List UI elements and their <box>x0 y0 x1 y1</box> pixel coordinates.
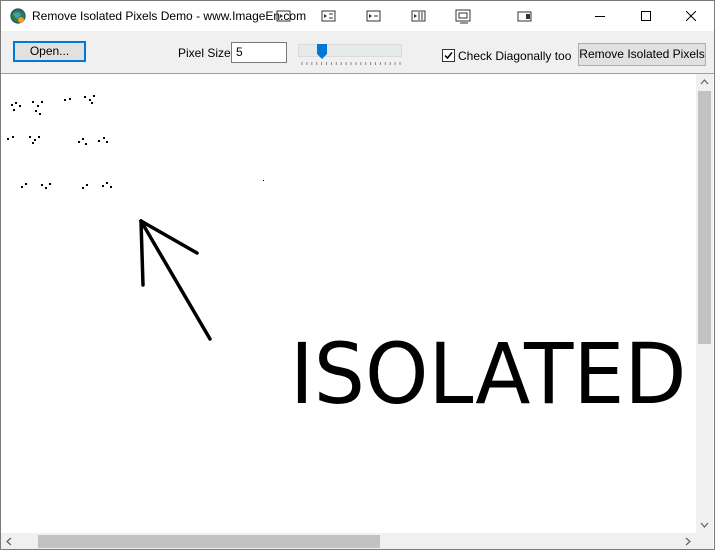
horizontal-scroll-thumb[interactable] <box>38 535 380 548</box>
remove-isolated-pixels-button[interactable]: Remove Isolated Pixels <box>578 43 706 66</box>
toolbar-icon-6[interactable] <box>516 7 534 25</box>
toolbar-icon-5[interactable] <box>455 7 473 25</box>
isolated-text: ISOLATED <box>290 325 687 423</box>
open-button[interactable]: Open... <box>13 41 86 62</box>
vertical-scroll-thumb[interactable] <box>698 91 711 344</box>
check-diagonally-checkbox[interactable] <box>442 49 455 62</box>
pixel-size-input[interactable]: 5 <box>231 42 287 63</box>
app-window: Remove Isolated Pixels Demo - www.ImageE… <box>0 0 715 550</box>
toolbar-icon-4[interactable] <box>410 7 428 25</box>
scroll-left-icon[interactable] <box>1 533 18 550</box>
noise-and-arrow <box>7 95 264 341</box>
horizontal-scrollbar[interactable] <box>1 533 696 550</box>
pixel-size-label: Pixel Size: <box>178 46 235 60</box>
window-title: Remove Isolated Pixels Demo - www.ImageE… <box>32 9 307 23</box>
image-viewer[interactable]: ISOLATED <box>1 73 714 550</box>
slider-ticks <box>301 62 401 65</box>
toolbar-icon-1[interactable] <box>275 7 293 25</box>
checkmark-icon <box>444 52 453 60</box>
close-button[interactable] <box>668 1 714 31</box>
scroll-down-icon[interactable] <box>696 516 713 533</box>
vertical-scrollbar[interactable] <box>696 74 713 533</box>
arrow-drawing <box>139 219 212 341</box>
check-diagonally-label[interactable]: Check Diagonally too <box>458 49 571 63</box>
maximize-icon <box>641 11 651 21</box>
isolated-pixels <box>7 95 264 189</box>
app-icon <box>10 8 26 24</box>
image-canvas[interactable]: ISOLATED <box>2 75 696 533</box>
options-toolbar: Open... Pixel Size: 5 Check Diagonally t… <box>1 31 714 73</box>
minimize-icon <box>595 16 605 17</box>
scroll-up-icon[interactable] <box>696 74 713 91</box>
minimize-button[interactable] <box>577 1 623 31</box>
scroll-right-icon[interactable] <box>679 533 696 550</box>
slider-track <box>298 44 402 57</box>
scrollbar-corner <box>696 533 713 549</box>
close-icon <box>686 11 696 21</box>
toolbar-icon-2[interactable] <box>320 7 338 25</box>
pixel-size-slider[interactable] <box>297 43 405 67</box>
title-bar[interactable]: Remove Isolated Pixels Demo - www.ImageE… <box>1 1 714 31</box>
toolbar-icon-3[interactable] <box>365 7 383 25</box>
slider-thumb[interactable] <box>316 44 327 59</box>
maximize-button[interactable] <box>623 1 669 31</box>
